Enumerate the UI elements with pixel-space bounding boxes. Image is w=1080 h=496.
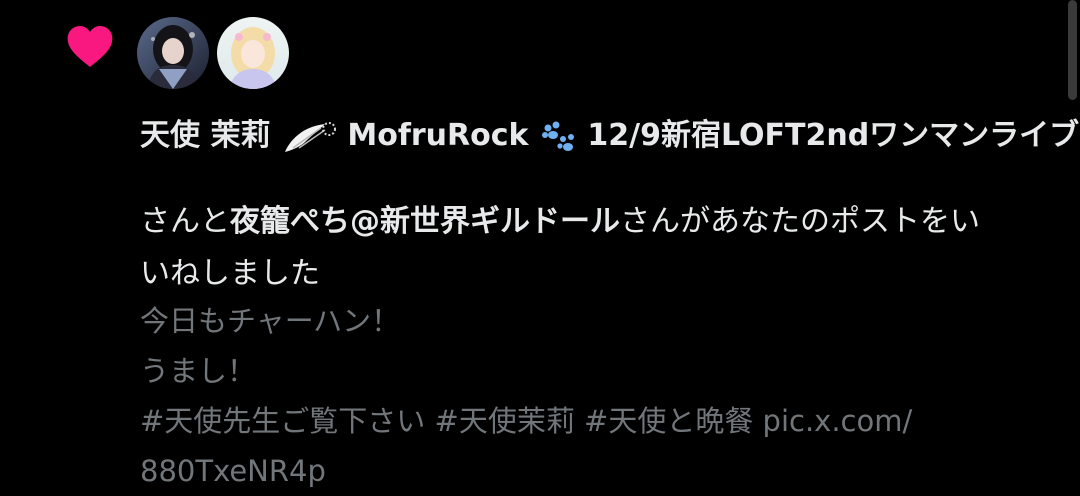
second-user-name[interactable]: 夜籠ぺち@新世界ギルドール (230, 204, 620, 239)
like-message: さんと夜籠ぺち@新世界ギルドールさんがあなたのポストをいいねしました (140, 196, 980, 300)
paw-prints-icon (541, 121, 574, 151)
like-text-prefix: さんと (140, 204, 230, 239)
scrollbar[interactable] (1068, 0, 1077, 100)
avatar[interactable] (217, 17, 289, 89)
display-name-part: 12/9新宿LOFT2ndワンマンライブ (587, 118, 1080, 153)
angel-wings-icon (284, 121, 336, 152)
display-name-part: 天使 茉莉 (140, 118, 271, 153)
like-notification[interactable]: 天使 茉莉 MofruRock 12/9新宿LOFT2ndワンマンライブ さんと… (0, 0, 1080, 488)
post-preview[interactable]: 今日もチャーハン！ うまし！ #天使先生ご覧下さい #天使茉莉 #天使と晩餐 p… (140, 296, 980, 496)
heart-icon (67, 26, 113, 67)
user-display-names[interactable]: 天使 茉莉 MofruRock 12/9新宿LOFT2ndワンマンライブ (140, 112, 1079, 160)
avatar[interactable] (137, 17, 209, 89)
avatar-group (137, 17, 289, 89)
display-name-part: MofruRock (347, 118, 529, 153)
